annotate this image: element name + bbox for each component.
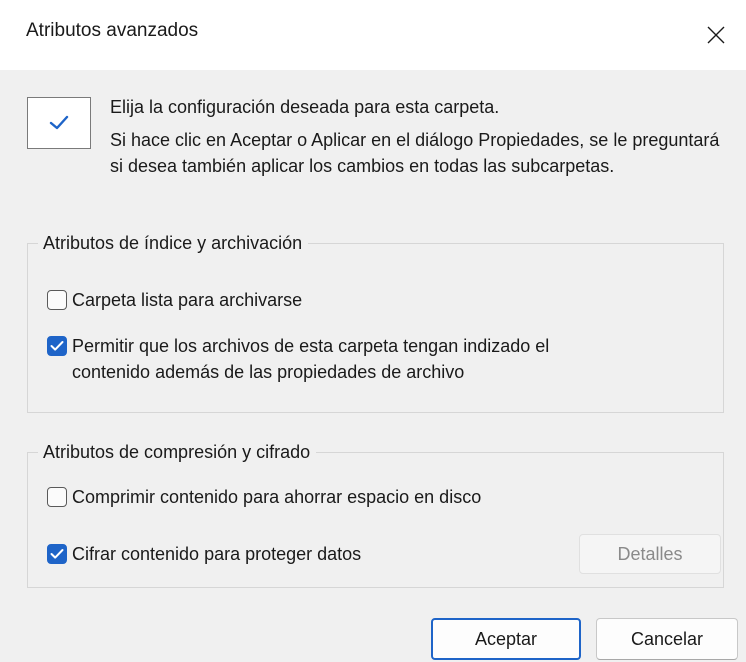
- folder-settings-check-icon: [27, 97, 91, 149]
- close-icon: [707, 26, 725, 44]
- index-attributes-legend: Atributos de índice y archivación: [38, 230, 309, 256]
- cancel-button[interactable]: Cancelar: [596, 618, 738, 660]
- allow-indexing-checkbox-row[interactable]: Permitir que los archivos de esta carpet…: [47, 333, 549, 385]
- allow-indexing-label-line2: contenido además de las propiedades de a…: [72, 362, 465, 382]
- compression-attributes-legend: Atributos de compresión y cifrado: [38, 439, 317, 465]
- allow-indexing-checkbox[interactable]: [47, 336, 67, 356]
- archive-ready-checkbox[interactable]: [47, 290, 67, 310]
- archive-ready-checkbox-row[interactable]: Carpeta lista para archivarse: [47, 287, 302, 313]
- compress-label: Comprimir contenido para ahorrar espacio…: [72, 487, 482, 507]
- checkmark-icon: [50, 341, 64, 351]
- allow-indexing-label-line1: Permitir que los archivos de esta carpet…: [72, 336, 550, 356]
- encrypt-label: Cifrar contenido para proteger datos: [72, 544, 362, 564]
- advanced-attributes-dialog: Atributos avanzados Elija la configuraci…: [0, 0, 746, 662]
- checkmark-icon: [50, 549, 64, 559]
- archive-ready-label: Carpeta lista para archivarse: [72, 290, 303, 310]
- index-attributes-group: Atributos de índice y archivación: [27, 230, 724, 413]
- intro-body: Si hace clic en Aceptar o Aplicar en el …: [110, 130, 720, 176]
- compress-checkbox[interactable]: [47, 487, 67, 507]
- ok-button[interactable]: Aceptar: [431, 618, 581, 660]
- intro-lead: Elija la configuración deseada para esta…: [110, 97, 500, 117]
- dialog-title: Atributos avanzados: [26, 20, 199, 41]
- close-button[interactable]: [686, 0, 746, 70]
- details-button[interactable]: Detalles: [579, 534, 721, 574]
- allow-indexing-label: Permitir que los archivos de esta carpet…: [72, 333, 549, 385]
- encrypt-checkbox[interactable]: [47, 544, 67, 564]
- title-bar: Atributos avanzados: [0, 0, 746, 70]
- encrypt-checkbox-row[interactable]: Cifrar contenido para proteger datos: [47, 541, 361, 567]
- compress-checkbox-row[interactable]: Comprimir contenido para ahorrar espacio…: [47, 484, 481, 510]
- intro-text: Elija la configuración deseada para esta…: [110, 94, 720, 179]
